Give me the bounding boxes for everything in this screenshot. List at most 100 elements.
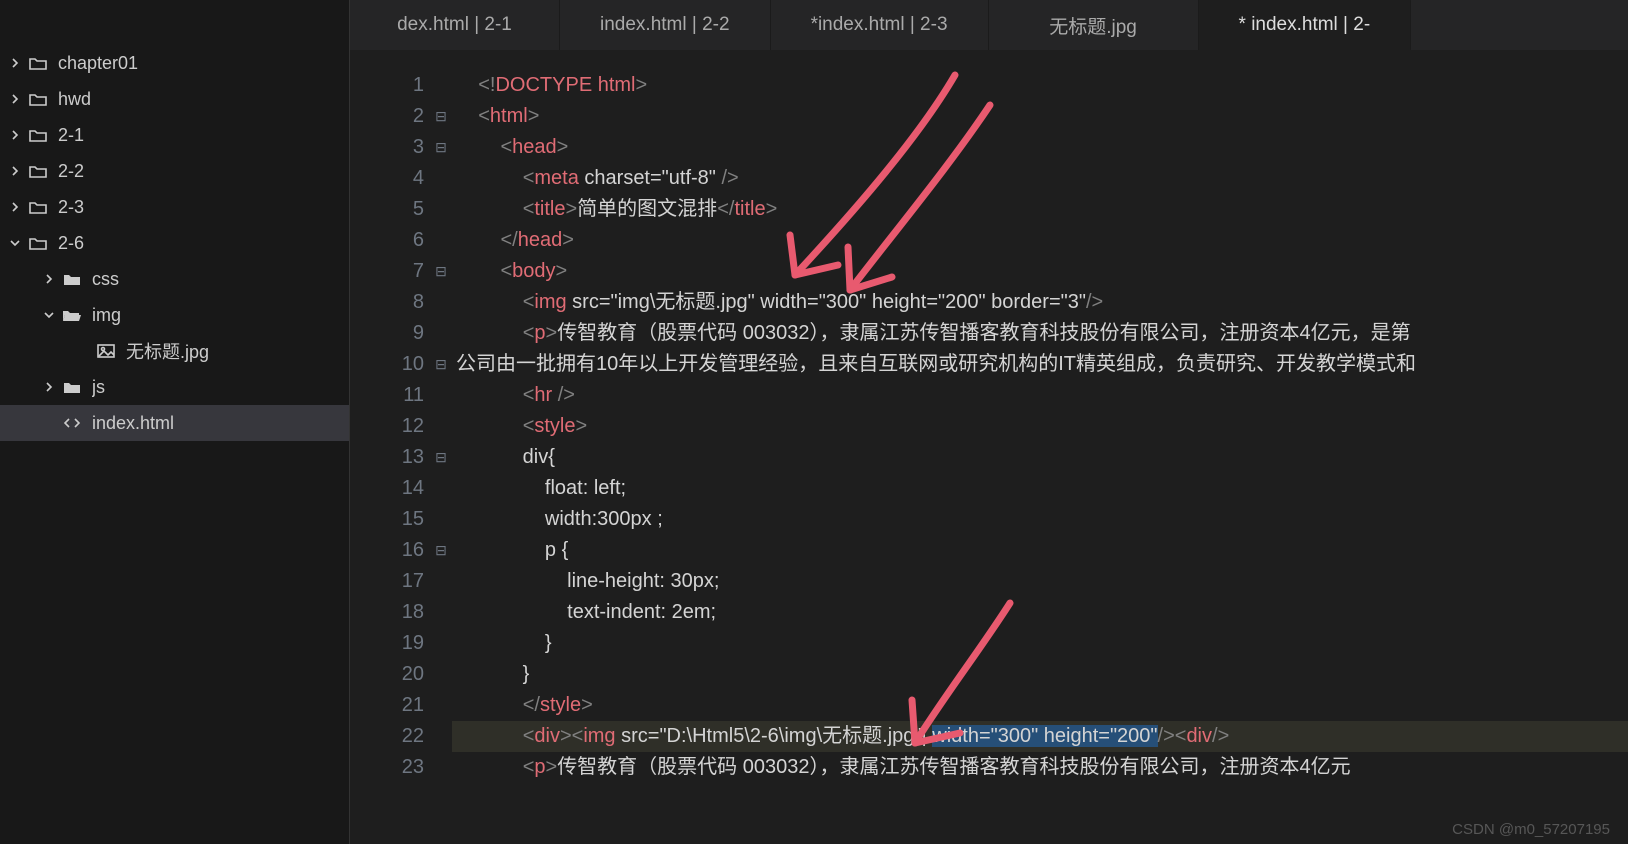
sidebar-item-label: index.html: [92, 413, 349, 434]
line-number: 15: [350, 504, 424, 535]
fold-toggle[interactable]: ⊟: [430, 256, 452, 287]
chevron-down-icon[interactable]: [40, 306, 58, 324]
tab-0[interactable]: dex.html | 2-1: [350, 0, 560, 50]
code-editor[interactable]: 1234567891011121314151617181920212223 ⊟⊟…: [350, 50, 1628, 844]
sidebar-item-label: 2-6: [58, 233, 349, 254]
code-line[interactable]: }: [452, 628, 1628, 659]
image-icon: [96, 342, 116, 360]
line-number: 13: [350, 442, 424, 473]
code-line[interactable]: <!DOCTYPE html>: [452, 70, 1628, 101]
sidebar-item-2-1[interactable]: 2-1: [0, 117, 349, 153]
code-line[interactable]: <meta charset="utf-8" />: [452, 163, 1628, 194]
chevron-right-icon[interactable]: [6, 198, 24, 216]
fold-toggle: [430, 411, 452, 442]
folder-outline-icon: [28, 126, 48, 144]
code-line[interactable]: text-indent: 2em;: [452, 597, 1628, 628]
chevron-down-icon[interactable]: [6, 234, 24, 252]
sidebar-item-label: css: [92, 269, 349, 290]
sidebar-item-label: js: [92, 377, 349, 398]
fold-toggle: [430, 287, 452, 318]
code-line[interactable]: <p>传智教育（股票代码 003032），隶属江苏传智播客教育科技股份有限公司，…: [452, 318, 1628, 349]
code-line[interactable]: </style>: [452, 690, 1628, 721]
code-line[interactable]: <body>: [452, 256, 1628, 287]
line-number: 3: [350, 132, 424, 163]
chevron-right-icon[interactable]: [6, 90, 24, 108]
line-number: 20: [350, 659, 424, 690]
code-line[interactable]: }: [452, 659, 1628, 690]
chevron-right-icon[interactable]: [6, 126, 24, 144]
fold-toggle: [430, 752, 452, 783]
line-number: 5: [350, 194, 424, 225]
sidebar-item-label: hwd: [58, 89, 349, 110]
code-line[interactable]: div{: [452, 442, 1628, 473]
code-line[interactable]: p {: [452, 535, 1628, 566]
sidebar-item--jpg[interactable]: 无标题.jpg: [0, 333, 349, 369]
fold-toggle[interactable]: ⊟: [430, 101, 452, 132]
code-line[interactable]: <head>: [452, 132, 1628, 163]
fold-toggle: [430, 380, 452, 411]
tab-1[interactable]: index.html | 2-2: [560, 0, 771, 50]
code-line[interactable]: line-height: 30px;: [452, 566, 1628, 597]
fold-toggle: [430, 566, 452, 597]
folder-outline-icon: [28, 198, 48, 216]
folder-outline-icon: [28, 162, 48, 180]
sidebar-item-2-2[interactable]: 2-2: [0, 153, 349, 189]
code-line[interactable]: <title>简单的图文混排</title>: [452, 194, 1628, 225]
tab-4[interactable]: * index.html | 2-: [1199, 0, 1412, 50]
code-line[interactable]: <style>: [452, 411, 1628, 442]
tab-label: * index.html | 2-: [1239, 14, 1371, 36]
line-number-gutter: 1234567891011121314151617181920212223: [350, 50, 430, 844]
chevron-right-icon[interactable]: [40, 270, 58, 288]
line-number: 2: [350, 101, 424, 132]
code-line[interactable]: <html>: [452, 101, 1628, 132]
fold-toggle: [430, 659, 452, 690]
sidebar-item-2-6[interactable]: 2-6: [0, 225, 349, 261]
code-line[interactable]: <img src="img\无标题.jpg" width="300" heigh…: [452, 287, 1628, 318]
tab-2[interactable]: *index.html | 2-3: [771, 0, 989, 50]
line-number: 12: [350, 411, 424, 442]
sidebar-item-label: 2-3: [58, 197, 349, 218]
fold-toggle: [430, 318, 452, 349]
fold-toggle: [430, 690, 452, 721]
chevron-right-icon[interactable]: [40, 378, 58, 396]
fold-toggle: [430, 504, 452, 535]
fold-toggle: [430, 163, 452, 194]
code-line[interactable]: <hr />: [452, 380, 1628, 411]
code-content[interactable]: <!DOCTYPE html> <html> <head> <meta char…: [452, 50, 1628, 844]
fold-toggle[interactable]: ⊟: [430, 132, 452, 163]
line-number: 14: [350, 473, 424, 504]
code-line[interactable]: <div><img src="D:\Html5\2-6\img\无标题.jpg"…: [452, 721, 1628, 752]
sidebar-item-index-html[interactable]: index.html: [0, 405, 349, 441]
sidebar-item-img[interactable]: img: [0, 297, 349, 333]
sidebar-item-2-3[interactable]: 2-3: [0, 189, 349, 225]
folder-outline-icon: [28, 234, 48, 252]
line-number: 1: [350, 70, 424, 101]
line-number: 8: [350, 287, 424, 318]
fold-toggle[interactable]: ⊟: [430, 535, 452, 566]
code-line[interactable]: </head>: [452, 225, 1628, 256]
chevron-right-icon[interactable]: [6, 162, 24, 180]
code-line[interactable]: float: left;: [452, 473, 1628, 504]
sidebar-item-js[interactable]: js: [0, 369, 349, 405]
code-icon: [62, 414, 82, 432]
tab-label: 无标题.jpg: [1049, 12, 1137, 39]
code-line[interactable]: <p>传智教育（股票代码 003032），隶属江苏传智播客教育科技股份有限公司，…: [452, 752, 1628, 783]
line-number: 11: [350, 380, 424, 411]
fold-toggle[interactable]: ⊟: [430, 349, 452, 380]
line-number: 7: [350, 256, 424, 287]
sidebar-item-label: chapter01: [58, 53, 349, 74]
code-line[interactable]: width:300px ;: [452, 504, 1628, 535]
code-line[interactable]: 公司由一批拥有10年以上开发管理经验，且来自互联网或研究机构的IT精英组成，负责…: [452, 349, 1628, 380]
tab-bar[interactable]: dex.html | 2-1index.html | 2-2*index.htm…: [350, 0, 1628, 50]
chevron-right-icon[interactable]: [6, 54, 24, 72]
sidebar-item-css[interactable]: css: [0, 261, 349, 297]
line-number: 23: [350, 752, 424, 783]
tab-3[interactable]: 无标题.jpg: [989, 0, 1199, 50]
sidebar-item-hwd[interactable]: hwd: [0, 81, 349, 117]
sidebar-item-chapter01[interactable]: chapter01: [0, 45, 349, 81]
fold-column[interactable]: ⊟⊟⊟⊟⊟⊟: [430, 50, 452, 844]
fold-toggle[interactable]: ⊟: [430, 442, 452, 473]
fold-toggle: [430, 70, 452, 101]
file-explorer[interactable]: chapter01 hwd 2-12-2 2-3 2-6 css img无标题.jpg js i…: [0, 0, 350, 844]
fold-toggle: [430, 194, 452, 225]
